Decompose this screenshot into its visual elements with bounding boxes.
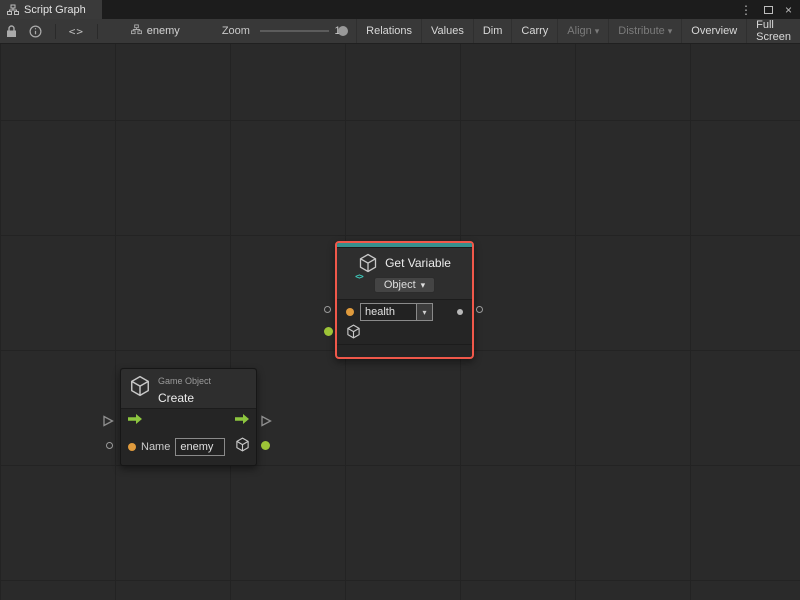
fullscreen-button[interactable]: Full Screen bbox=[746, 19, 800, 43]
gameobject-input-icon[interactable] bbox=[346, 324, 361, 344]
chevron-down-icon: ▾ bbox=[595, 26, 600, 37]
name-input-port[interactable] bbox=[106, 442, 113, 449]
graph-name: enemy bbox=[147, 25, 180, 37]
gameobject-cube-icon bbox=[129, 375, 151, 402]
node-game-object-create[interactable]: Game Object Create Name bbox=[120, 368, 257, 466]
title-bar: Script Graph ⋮ × bbox=[0, 0, 800, 19]
flow-input-port-triangle[interactable] bbox=[102, 414, 114, 432]
close-icon[interactable]: × bbox=[785, 4, 792, 16]
relations-button[interactable]: Relations bbox=[356, 19, 421, 43]
maximize-icon[interactable] bbox=[764, 6, 773, 14]
variable-scope-dropdown[interactable]: Object ▾ bbox=[374, 277, 435, 293]
toolbar-buttons: Relations Values Dim Carry Align▾ Distri… bbox=[356, 19, 800, 43]
variable-cube-icon: <> bbox=[358, 253, 378, 273]
flow-output-port-triangle[interactable] bbox=[260, 414, 272, 432]
chevron-down-icon: ▾ bbox=[421, 280, 426, 291]
node-category: Game Object bbox=[158, 376, 211, 386]
toolbar-separator bbox=[97, 24, 98, 39]
node-footer bbox=[337, 344, 472, 357]
tab-title: Script Graph bbox=[24, 4, 86, 16]
variable-suggest-dropdown[interactable]: ▾ bbox=[416, 303, 433, 321]
carry-button[interactable]: Carry bbox=[511, 19, 557, 43]
variable-name-field[interactable] bbox=[360, 303, 416, 321]
variable-name-port-dot[interactable] bbox=[346, 308, 354, 316]
toolbar: <> enemy Zoom 1x Relations Values Dim Ca… bbox=[0, 19, 800, 44]
flow-output-arrow-icon[interactable] bbox=[234, 412, 250, 430]
node-title: Get Variable bbox=[385, 256, 451, 270]
node-header[interactable]: Game Object Create bbox=[121, 369, 256, 409]
menu-icon[interactable]: ⋮ bbox=[740, 4, 752, 16]
value-output-indicator[interactable] bbox=[457, 309, 463, 315]
node-get-variable[interactable]: <> Get Variable Object ▾ ▾ bbox=[335, 241, 474, 359]
script-graph-window: Script Graph ⋮ × <> bbox=[0, 0, 800, 600]
zoom-slider-handle[interactable] bbox=[338, 26, 348, 36]
name-input-field[interactable] bbox=[175, 438, 225, 456]
name-input-label: Name bbox=[141, 441, 170, 453]
align-button[interactable]: Align▾ bbox=[557, 19, 608, 43]
zoom-label: Zoom bbox=[222, 25, 250, 37]
flow-input-arrow-icon[interactable] bbox=[127, 412, 143, 430]
toolbar-separator bbox=[55, 24, 56, 39]
gameobject-output-icon[interactable] bbox=[235, 437, 250, 457]
script-graph-icon bbox=[7, 4, 19, 16]
graph-breadcrumb[interactable]: enemy bbox=[131, 24, 180, 38]
chevron-down-icon: ▾ bbox=[668, 26, 673, 37]
node-title: Create bbox=[158, 391, 194, 405]
chevron-down-icon: ▾ bbox=[422, 308, 426, 317]
zoom-slider[interactable] bbox=[260, 24, 329, 38]
overview-button[interactable]: Overview bbox=[681, 19, 746, 43]
wire-layer bbox=[0, 44, 300, 194]
values-button[interactable]: Values bbox=[421, 19, 473, 43]
name-input-port-dot[interactable] bbox=[128, 443, 136, 451]
tab-script-graph[interactable]: Script Graph bbox=[0, 0, 102, 19]
code-view-button[interactable]: <> bbox=[63, 19, 90, 43]
gameobject-output-port-connected[interactable] bbox=[261, 441, 270, 450]
lock-icon[interactable] bbox=[0, 19, 23, 43]
info-icon[interactable] bbox=[23, 19, 48, 43]
object-input-port-connected[interactable] bbox=[324, 327, 333, 336]
distribute-button[interactable]: Distribute▾ bbox=[608, 19, 681, 43]
value-output-port[interactable] bbox=[476, 306, 483, 313]
zoom-slider-track[interactable] bbox=[260, 30, 329, 32]
graph-icon bbox=[131, 24, 142, 38]
graph-canvas[interactable]: Game Object Create Name bbox=[0, 44, 800, 600]
dim-button[interactable]: Dim bbox=[473, 19, 512, 43]
node-header[interactable]: <> Get Variable Object ▾ bbox=[337, 248, 472, 300]
variable-name-port[interactable] bbox=[324, 306, 331, 313]
